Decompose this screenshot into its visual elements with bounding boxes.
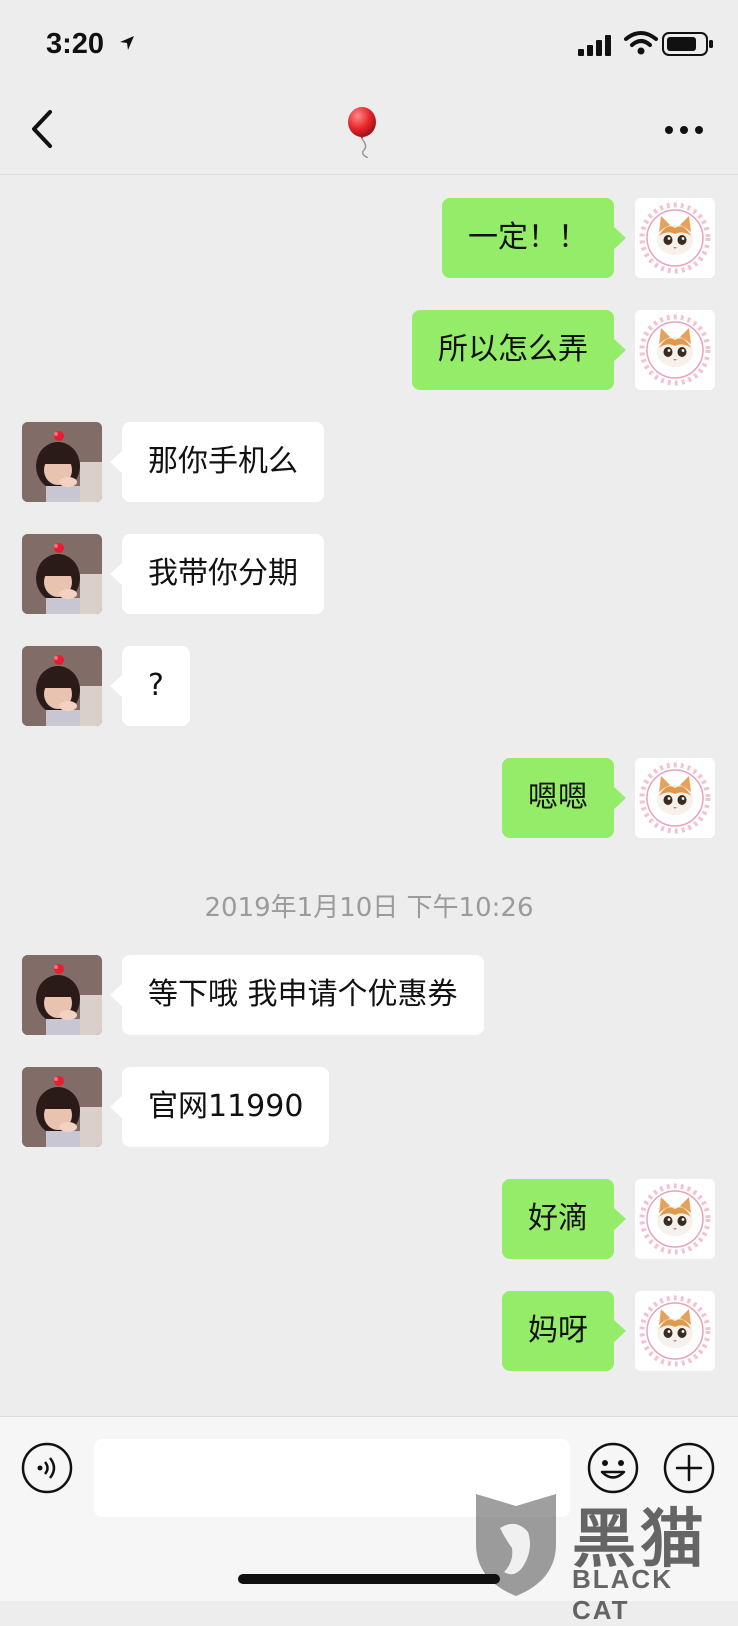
- plus-icon[interactable]: [662, 1441, 716, 1495]
- emoji-icon[interactable]: [586, 1441, 640, 1495]
- balloon-icon: [348, 107, 376, 158]
- message-bubble-sent[interactable]: 一定！！: [442, 198, 626, 278]
- back-arrow-icon[interactable]: [26, 108, 56, 150]
- battery-icon: [662, 32, 713, 56]
- message-row: 妈呀: [0, 1291, 738, 1373]
- avatar-me[interactable]: [635, 1179, 715, 1259]
- avatar-contact[interactable]: [22, 534, 102, 614]
- wifi-icon: [624, 31, 658, 55]
- message-row: 好滴: [0, 1179, 738, 1261]
- cellular-signal-icon: [578, 35, 611, 56]
- message-bubble-sent[interactable]: 妈呀: [502, 1291, 626, 1371]
- message-row: 一定！！: [0, 198, 738, 280]
- message-row: 嗯嗯: [0, 758, 738, 840]
- message-bubble-received[interactable]: 那你手机么: [110, 422, 324, 502]
- more-options-icon[interactable]: [664, 120, 704, 140]
- avatar-contact[interactable]: [22, 955, 102, 1035]
- avatar-me[interactable]: [635, 758, 715, 838]
- avatar-contact[interactable]: [22, 646, 102, 726]
- avatar-me[interactable]: [635, 198, 715, 278]
- status-bar: 3:20: [0, 0, 738, 90]
- message-row: 等下哦 我申请个优惠券: [0, 955, 738, 1037]
- message-bubble-received[interactable]: 等下哦 我申请个优惠券: [110, 955, 484, 1035]
- message-bubble-received[interactable]: 官网11990: [109, 1067, 330, 1147]
- message-row: 那你手机么: [0, 422, 738, 504]
- nav-bar: [0, 90, 738, 175]
- message-bubble-received[interactable]: ?: [110, 646, 190, 726]
- message-timestamp: 2019年1月10日 下午10:26: [204, 893, 534, 923]
- watermark-en: BLACK CAT: [572, 1564, 673, 1625]
- message-bubble-sent[interactable]: 好滴: [502, 1179, 626, 1259]
- avatar-me[interactable]: [635, 310, 715, 390]
- message-row: 我带你分期: [0, 534, 738, 616]
- status-time: 3:20: [46, 28, 105, 60]
- message-bubble-sent[interactable]: 所以怎么弄: [412, 310, 626, 390]
- message-bubble-sent[interactable]: 嗯嗯: [502, 758, 626, 838]
- location-arrow-icon: [120, 36, 134, 50]
- chat-message-list[interactable]: 一定！！ 所以怎么弄 那你手机么 我带你分期 ? 嗯嗯 2019年1月10日 下…: [0, 175, 738, 1415]
- avatar-contact[interactable]: [22, 1067, 102, 1147]
- avatar-contact[interactable]: [22, 422, 102, 502]
- black-cat-watermark: 黑猫 BLACK CAT: [468, 1488, 738, 1625]
- message-bubble-received[interactable]: 我带你分期: [110, 534, 324, 614]
- avatar-me[interactable]: [635, 1291, 715, 1371]
- home-indicator[interactable]: [238, 1574, 500, 1584]
- message-row: 官网11990: [0, 1067, 738, 1149]
- message-row: ?: [0, 646, 738, 728]
- voice-input-icon[interactable]: [20, 1441, 74, 1495]
- message-row: 所以怎么弄: [0, 310, 738, 392]
